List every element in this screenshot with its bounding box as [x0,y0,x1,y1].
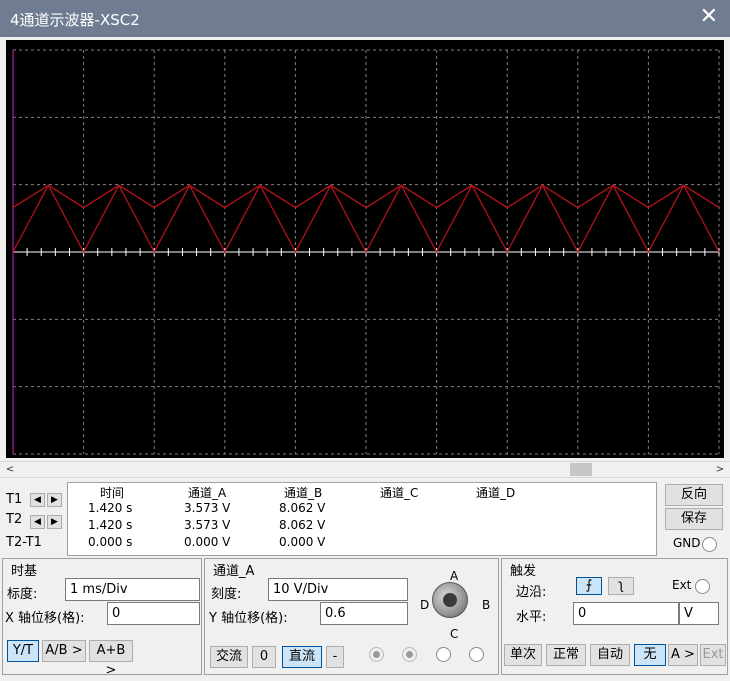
table-cell: 1.420 s [88,501,133,515]
timebase-title: 时基 [11,564,38,579]
t2-left-arrow-icon[interactable]: ◀ [30,515,45,529]
oscilloscope-screen [6,40,724,458]
level-unit-field[interactable]: V [679,602,719,625]
knob-label-a: A [450,569,459,583]
gnd-radio[interactable] [702,537,717,552]
trigger-normal-button[interactable]: 正常 [546,644,586,666]
trigger-auto-button[interactable]: 自动 [590,644,630,666]
xpos-field[interactable]: 0 [107,602,200,625]
channel-radio[interactable] [402,647,417,662]
ext-radio[interactable] [695,579,710,594]
coupling-dc-button[interactable]: 直流 [282,646,322,668]
measurement-table: 时间 通道_A 通道_B 通道_C 通道_D 1.420 s 3.573 V 8… [67,482,657,556]
scroll-left-icon[interactable]: < [2,462,18,477]
cursor-t1-label: T1 [6,492,23,507]
level-field[interactable]: 0 [573,602,679,625]
level-label: 水平: [516,610,547,625]
horizontal-scrollbar[interactable]: < > [0,461,730,478]
table-cell: 8.062 V [279,518,326,532]
trigger-none-button[interactable]: 无 [634,644,666,666]
xpos-label: X 轴位移(格): [5,611,85,626]
table-cell: 3.573 V [184,518,231,532]
timebase-scale-field[interactable]: 1 ms/Div [65,578,200,601]
coupling-ac-button[interactable]: 交流 [210,646,248,668]
table-cell: 0.000 V [184,535,231,549]
ypos-field[interactable]: 0.6 [320,602,408,625]
knob-label-c: C [450,627,459,641]
trigger-ext-button[interactable]: Ext [700,644,726,666]
title-bar: 4通道示波器-XSC2 ✕ [0,0,730,37]
reverse-button[interactable]: 反向 [665,484,723,506]
timebase-scale-label: 标度: [7,587,38,602]
ext-label: Ext [672,578,692,592]
window-title: 4通道示波器-XSC2 [10,11,140,29]
table-header: 通道_D [476,486,516,500]
coupling-zero-button[interactable]: 0 [252,646,276,668]
edge-label: 边沿: [516,585,547,600]
channel-scale-label: 刻度: [211,587,242,602]
edge-rise-icon[interactable]: ⨍ [576,577,602,595]
scroll-thumb[interactable] [570,463,592,476]
gnd-label: GND [673,536,701,550]
table-cell: 0.000 V [279,535,326,549]
save-button[interactable]: 保存 [665,508,723,530]
channel-select-knob[interactable] [432,582,468,618]
table-cell: 3.573 V [184,501,231,515]
channel-scale-field[interactable]: 10 V/Div [268,578,408,601]
knob-label-b: B [482,598,491,612]
table-header: 通道_C [380,486,419,500]
channel-title: 通道_A [213,564,255,579]
timebase-group: 时基 标度: 1 ms/Div X 轴位移(格): 0 Y/T A/B > A+… [2,558,202,678]
edge-fall-icon[interactable]: ʅ [608,577,634,595]
knob-label-d: D [420,598,430,612]
coupling-minus-button[interactable]: - [326,646,344,668]
t1-right-arrow-icon[interactable]: ▶ [47,493,62,507]
trigger-single-button[interactable]: 单次 [504,644,542,666]
table-cell: 0.000 s [88,535,133,549]
t1-left-arrow-icon[interactable]: ◀ [30,493,45,507]
table-header: 通道_B [284,486,323,500]
trigger-title: 触发 [510,564,537,579]
cursor-t2t1-label: T2-T1 [6,535,42,550]
table-header: 通道_A [188,486,227,500]
mode-ab-button[interactable]: A/B > [42,640,86,662]
table-cell: 8.062 V [279,501,326,515]
t2-right-arrow-icon[interactable]: ▶ [47,515,62,529]
channel-radio[interactable] [469,647,484,662]
mode-yt-button[interactable]: Y/T [7,640,39,662]
trigger-group: 触发 边沿: ⨍ ʅ Ext 水平: 0 V 单次 正常 自动 无 A > Ex… [501,558,728,675]
trigger-source-a-button[interactable]: A > [668,644,698,666]
mode-aplusb-button[interactable]: A+B > [89,640,133,678]
scroll-right-icon[interactable]: > [712,462,728,477]
cursor-t2-label: T2 [6,512,23,527]
channel-radio[interactable] [369,647,384,662]
table-header: 时间 [100,486,125,500]
close-icon[interactable]: ✕ [700,4,718,30]
table-cell: 1.420 s [88,518,133,532]
scope-plot [6,40,724,458]
ypos-label: Y 轴位移(格): [209,611,288,626]
channel-radio[interactable] [436,647,451,662]
